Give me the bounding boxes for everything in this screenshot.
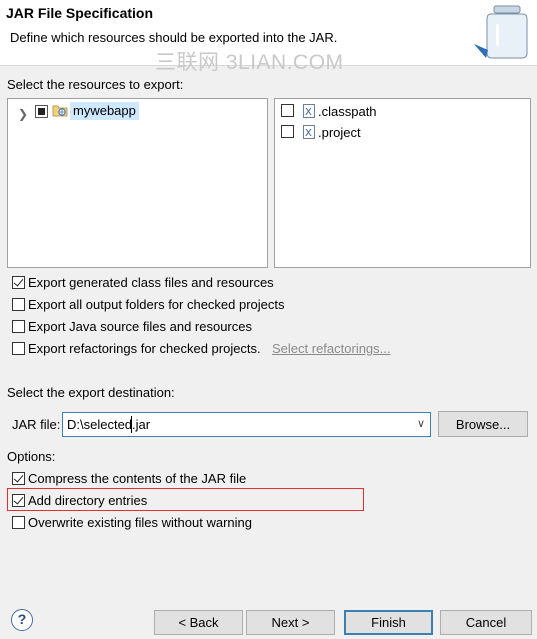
jar-icon: [474, 5, 528, 59]
browse-button[interactable]: Browse...: [438, 411, 528, 437]
overwrite-checkbox[interactable]: [12, 516, 25, 529]
page-subtitle: Define which resources should be exporte…: [10, 30, 338, 45]
compress-checkbox[interactable]: [12, 472, 25, 485]
options-label: Options:: [7, 449, 56, 464]
export-refactorings-checkbox[interactable]: [12, 342, 25, 355]
option-label: Export Java source files and resources: [28, 319, 252, 334]
project-folder-icon: [52, 105, 68, 117]
help-icon[interactable]: ?: [11, 609, 33, 631]
select-refactorings-link[interactable]: Select refactorings...: [272, 341, 391, 356]
option-label: Export all output folders for checked pr…: [28, 297, 285, 312]
jar-file-input[interactable]: D:\selected.jar: [67, 417, 150, 432]
export-source-files-checkbox[interactable]: [12, 320, 25, 333]
file-label: .project: [318, 125, 361, 140]
jar-file-combo[interactable]: D:\selected.jar ∨: [62, 412, 431, 437]
resource-file-list[interactable]: X .classpath X .project: [274, 98, 531, 268]
xml-file-icon: X: [303, 125, 315, 139]
cancel-button[interactable]: Cancel: [440, 610, 532, 635]
xml-file-icon: X: [303, 104, 315, 118]
add-directory-entries-option[interactable]: Add directory entries: [12, 492, 512, 510]
export-refactorings-option[interactable]: Export refactorings for checked projects…: [12, 340, 512, 358]
next-button[interactable]: Next >: [246, 610, 335, 635]
file-checkbox[interactable]: [281, 125, 294, 138]
list-item[interactable]: X .project: [281, 123, 521, 141]
svg-text:X: X: [305, 107, 312, 118]
chevron-right-icon[interactable]: ❯: [18, 107, 28, 121]
export-class-files-option[interactable]: Export generated class files and resourc…: [12, 274, 512, 292]
tree-item-label[interactable]: mywebapp: [70, 102, 139, 120]
list-item[interactable]: X .classpath: [281, 102, 521, 120]
export-output-folders-option[interactable]: Export all output folders for checked pr…: [12, 296, 512, 314]
resource-tree[interactable]: ❯ mywebapp: [7, 98, 268, 268]
overwrite-option[interactable]: Overwrite existing files without warning: [12, 514, 512, 532]
watermark: 三联网 3LIAN.COM: [155, 51, 344, 74]
file-checkbox[interactable]: [281, 104, 294, 117]
compress-option[interactable]: Compress the contents of the JAR file: [12, 470, 512, 488]
file-label: .classpath: [318, 104, 377, 119]
svg-text:X: X: [305, 128, 312, 139]
export-class-files-checkbox[interactable]: [12, 276, 25, 289]
page-title: JAR File Specification: [6, 5, 154, 21]
resources-label: Select the resources to export:: [7, 77, 184, 92]
back-button[interactable]: < Back: [154, 610, 243, 635]
tree-item-checkbox[interactable]: [35, 105, 48, 118]
wizard-header: JAR File Specification Define which reso…: [0, 0, 537, 74]
destination-label: Select the export destination:: [7, 385, 175, 400]
text-cursor: [131, 416, 132, 433]
finish-button[interactable]: Finish: [344, 610, 433, 635]
option-label: Add directory entries: [28, 493, 148, 508]
option-label: Overwrite existing files without warning: [28, 515, 252, 530]
jar-file-label: JAR file:: [12, 417, 61, 432]
export-output-folders-checkbox[interactable]: [12, 298, 25, 311]
export-source-files-option[interactable]: Export Java source files and resources: [12, 318, 512, 336]
option-label: Compress the contents of the JAR file: [28, 471, 247, 486]
option-label: Export refactorings for checked projects…: [28, 341, 261, 356]
chevron-down-icon[interactable]: ∨: [417, 417, 425, 430]
option-label: Export generated class files and resourc…: [28, 275, 274, 290]
add-directory-entries-checkbox[interactable]: [12, 494, 25, 507]
